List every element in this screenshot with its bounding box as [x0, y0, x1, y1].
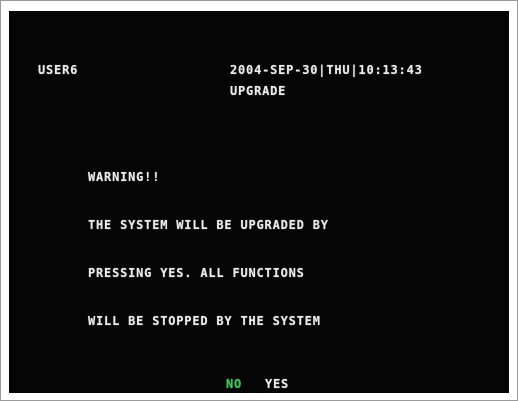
- warning-line: WILL BE STOPPED BY THE SYSTEM: [88, 314, 321, 328]
- dvr-osd-screen: USER6 2004-SEP-30|THU|10:13:43 UPGRADE W…: [9, 11, 509, 393]
- date-value: 2004-SEP-30: [230, 63, 319, 77]
- warning-line: PRESSING YES. ALL FUNCTIONS: [88, 266, 305, 280]
- page-title: UPGRADE: [230, 84, 287, 98]
- screenshot-frame: USER6 2004-SEP-30|THU|10:13:43 UPGRADE W…: [0, 0, 518, 401]
- warning-message: WARNING!! THE SYSTEM WILL BE UPGRADED BY…: [88, 137, 329, 361]
- warning-heading: WARNING!!: [88, 170, 161, 184]
- weekday-value: THU: [326, 63, 351, 77]
- no-button[interactable]: NO: [226, 376, 242, 392]
- time-value: 10:13:43: [358, 63, 423, 77]
- user-label: USER6: [38, 63, 79, 77]
- warning-line: THE SYSTEM WILL BE UPGRADED BY: [88, 218, 329, 232]
- yes-button[interactable]: YES: [265, 376, 289, 392]
- date-time-display: 2004-SEP-30|THU|10:13:43: [230, 62, 423, 78]
